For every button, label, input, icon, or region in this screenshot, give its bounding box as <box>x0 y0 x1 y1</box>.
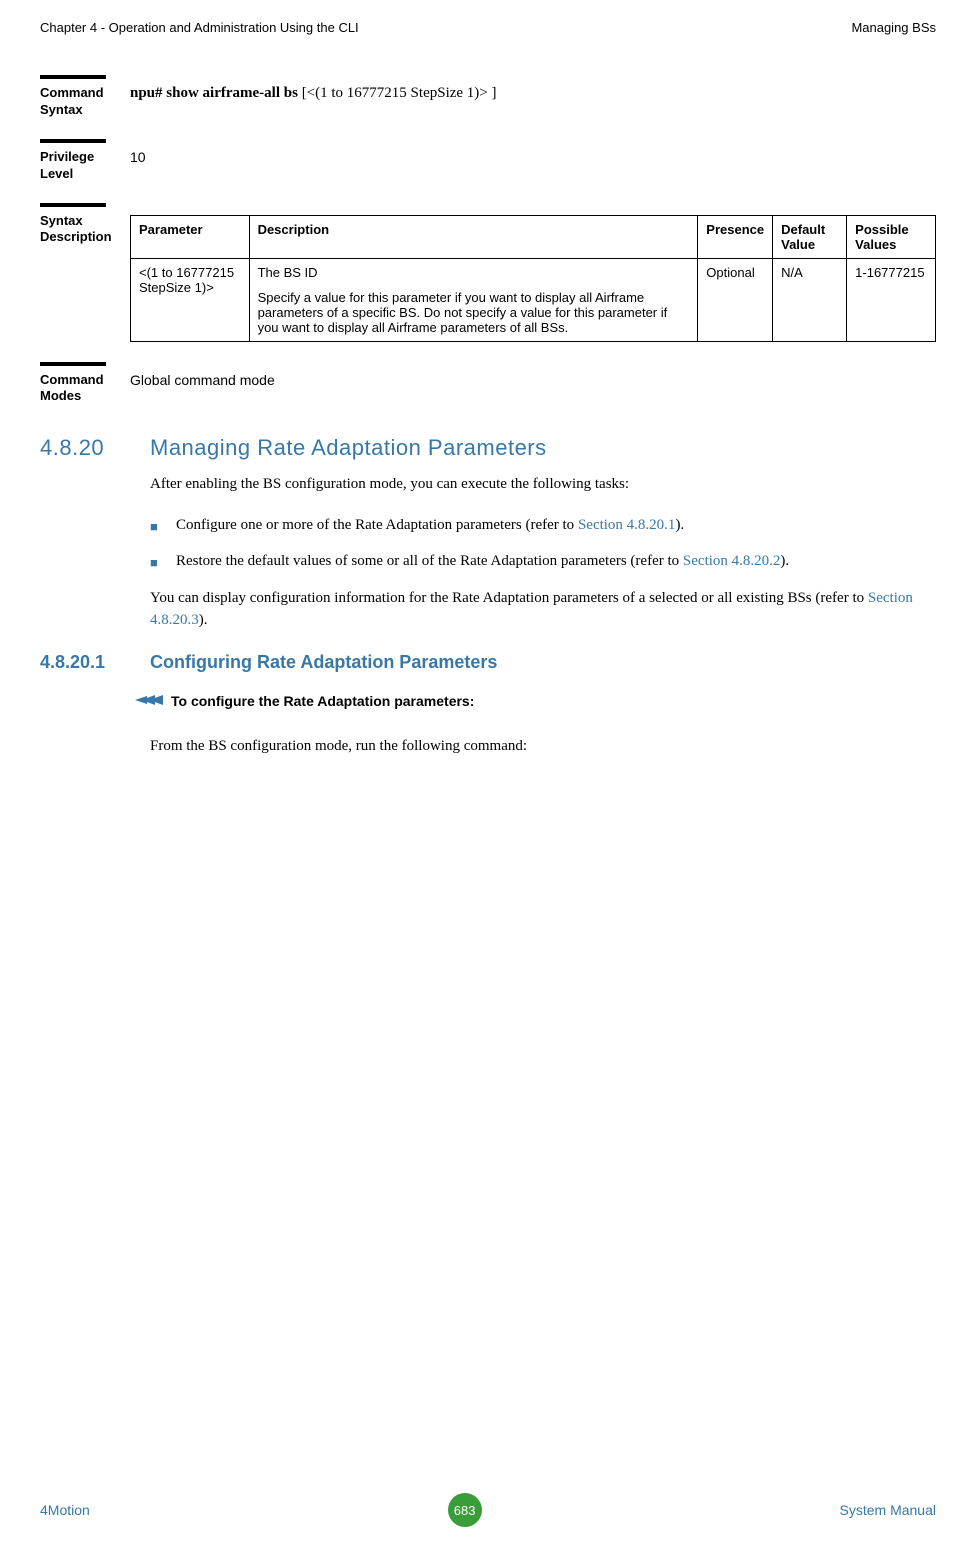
para2-post: ). <box>199 612 208 628</box>
command-syntax-value: npu# show airframe-all bs [<(1 to 167772… <box>120 85 936 119</box>
section-number: 4.8.20 <box>40 435 150 461</box>
divider <box>40 139 106 143</box>
col-description: Description <box>249 215 698 258</box>
desc-p1: The BS ID <box>258 265 690 280</box>
cell-possible: 1-16777215 <box>847 258 936 341</box>
para2-pre: You can display configuration informatio… <box>150 590 868 606</box>
footer-right: System Manual <box>840 1502 936 1518</box>
table-header-row: Parameter Description Presence Default V… <box>131 215 936 258</box>
bullet-marker-icon: ■ <box>150 514 176 537</box>
privilege-level-value: 10 <box>120 149 936 183</box>
bullet2-pre: Restore the default values of some or al… <box>176 553 683 569</box>
command-modes-value: Global command mode <box>120 372 936 406</box>
cell-default: N/A <box>773 258 847 341</box>
col-parameter: Parameter <box>131 215 250 258</box>
link-section-4-8-20-1[interactable]: Section 4.8.20.1 <box>578 517 676 533</box>
cell-description: The BS ID Specify a value for this param… <box>249 258 698 341</box>
command-syntax-rest: [<(1 to 16777215 StepSize 1)> ] <box>298 85 497 101</box>
page-number-badge: 683 <box>448 1493 482 1527</box>
section-title: Managing Rate Adaptation Parameters <box>150 435 547 461</box>
bullet1-pre: Configure one or more of the Rate Adapta… <box>176 517 578 533</box>
col-default: Default Value <box>773 215 847 258</box>
header-right: Managing BSs <box>851 20 936 35</box>
link-section-4-8-20-2[interactable]: Section 4.8.20.2 <box>683 553 781 569</box>
command-modes-label: Command Modes <box>40 372 120 406</box>
col-presence: Presence <box>698 215 773 258</box>
command-syntax-label: Command Syntax <box>40 85 120 119</box>
subsection-title: Configuring Rate Adaptation Parameters <box>150 652 497 673</box>
arrow-icon <box>135 693 163 710</box>
bullet-marker-icon: ■ <box>150 550 176 573</box>
cell-presence: Optional <box>698 258 773 341</box>
bullet-text: Configure one or more of the Rate Adapta… <box>176 514 936 537</box>
bullet2-post: ). <box>780 553 789 569</box>
table-row: <(1 to 16777215 StepSize 1)> The BS ID S… <box>131 258 936 341</box>
footer-left: 4Motion <box>40 1502 90 1518</box>
col-possible: Possible Values <box>847 215 936 258</box>
divider <box>40 203 106 207</box>
privilege-level-label: Privilege Level <box>40 149 120 183</box>
section-intro: After enabling the BS configuration mode… <box>150 473 936 496</box>
divider <box>40 362 106 366</box>
run-command-text: From the BS configuration mode, run the … <box>150 735 936 758</box>
divider <box>40 75 106 79</box>
bullet-text: Restore the default values of some or al… <box>176 550 936 573</box>
section-para2: You can display configuration informatio… <box>150 587 936 632</box>
desc-p2: Specify a value for this parameter if yo… <box>258 290 690 335</box>
subsection-number: 4.8.20.1 <box>40 652 150 673</box>
cell-parameter: <(1 to 16777215 StepSize 1)> <box>131 258 250 341</box>
syntax-description-label: Syntax Description <box>40 213 120 342</box>
arrow-label: To configure the Rate Adaptation paramet… <box>171 693 474 709</box>
command-syntax-bold: npu# show airframe-all bs <box>130 85 298 101</box>
syntax-table: Parameter Description Presence Default V… <box>130 215 936 342</box>
header-left: Chapter 4 - Operation and Administration… <box>40 20 359 35</box>
bullet1-post: ). <box>675 517 684 533</box>
